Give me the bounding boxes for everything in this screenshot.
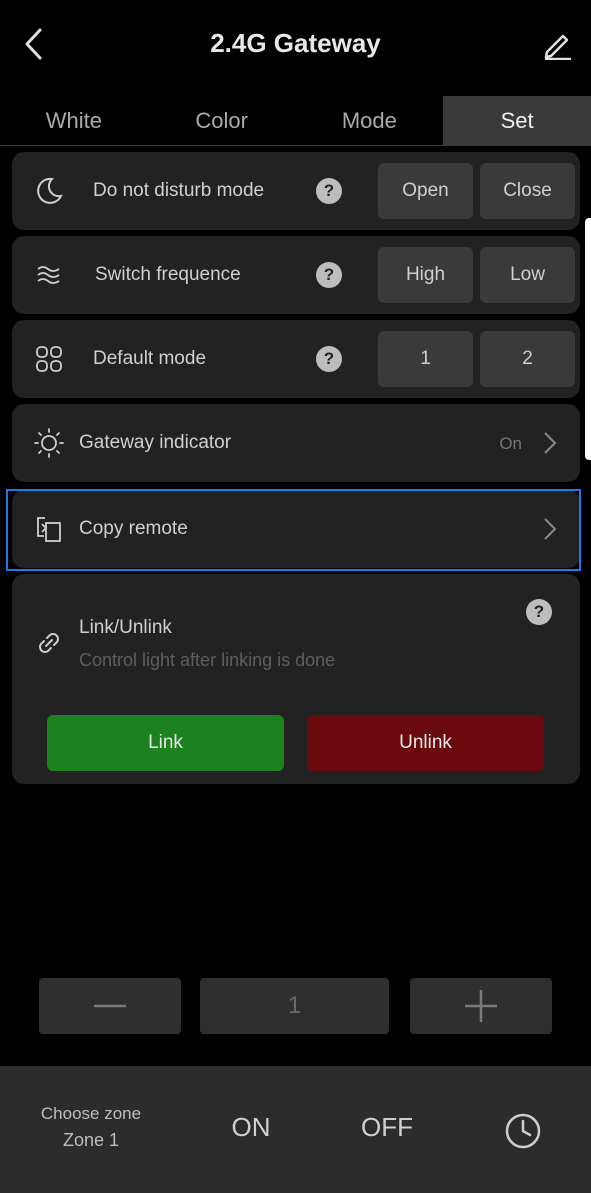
link-card: ? Link/Unlink Control light after linkin…	[12, 574, 580, 784]
gateway-indicator-row[interactable]: Gateway indicator On	[12, 404, 580, 482]
pencil-icon	[544, 34, 571, 60]
header: 2.4G Gateway	[0, 0, 591, 90]
dnd-close-button[interactable]: Close	[480, 163, 575, 219]
chevron-right-icon	[544, 432, 557, 454]
increment-button[interactable]	[410, 978, 552, 1034]
gateway-indicator-label: Gateway indicator	[79, 432, 232, 453]
tab-white[interactable]: White	[0, 96, 148, 145]
link-label: Link/Unlink	[79, 617, 172, 638]
default-mode-2-button[interactable]: 2	[480, 331, 575, 387]
frequence-high-button[interactable]: High	[378, 247, 473, 303]
link-subtitle: Control light after linking is done	[79, 650, 336, 670]
dnd-open-button[interactable]: Open	[378, 163, 473, 219]
minus-icon	[94, 1004, 126, 1008]
moon-icon	[32, 174, 66, 208]
unlink-button[interactable]: Unlink	[307, 715, 544, 771]
choose-zone-button[interactable]: Choose zone Zone 1	[30, 1104, 152, 1151]
edit-button[interactable]	[537, 24, 577, 64]
default-mode-row: Default mode ? 1 2	[12, 320, 580, 398]
bottom-bar: Choose zone Zone 1 ON OFF	[0, 1066, 591, 1193]
frequence-label: Switch frequence	[95, 264, 241, 285]
link-button[interactable]: Link	[47, 715, 284, 771]
tab-color[interactable]: Color	[148, 96, 296, 145]
dnd-label: Do not disturb mode	[93, 180, 265, 201]
sun-icon	[32, 426, 66, 460]
off-button[interactable]: OFF	[350, 1112, 424, 1143]
grid-icon	[32, 342, 66, 376]
link-icon	[32, 626, 66, 660]
decrement-button[interactable]	[39, 978, 181, 1034]
frequence-help-icon[interactable]: ?	[316, 262, 342, 288]
frequence-low-button[interactable]: Low	[480, 247, 575, 303]
dnd-help-icon[interactable]: ?	[316, 178, 342, 204]
page-title: 2.4G Gateway	[210, 28, 381, 58]
choose-zone-title: Choose zone	[40, 1104, 142, 1123]
plus-icon	[465, 990, 497, 1022]
choose-zone-value: Zone 1	[62, 1130, 120, 1150]
clock-icon[interactable]	[504, 1112, 542, 1150]
edge-panel-handle[interactable]	[585, 218, 591, 460]
on-button[interactable]: ON	[216, 1112, 286, 1143]
dnd-row: Do not disturb mode ? Open Close	[12, 152, 580, 230]
waves-icon	[32, 258, 66, 292]
default-mode-label: Default mode	[93, 348, 207, 369]
selection-highlight	[6, 489, 581, 571]
link-help-icon[interactable]: ?	[526, 599, 552, 625]
zone-count-value: 1	[200, 978, 389, 1034]
tab-bar: White Color Mode Set	[0, 96, 591, 146]
gateway-indicator-value: On	[499, 434, 522, 453]
tab-mode[interactable]: Mode	[296, 96, 444, 145]
tab-set[interactable]: Set	[443, 96, 591, 145]
frequence-row: Switch frequence ? High Low	[12, 236, 580, 314]
default-mode-1-button[interactable]: 1	[378, 331, 473, 387]
default-mode-help-icon[interactable]: ?	[316, 346, 342, 372]
